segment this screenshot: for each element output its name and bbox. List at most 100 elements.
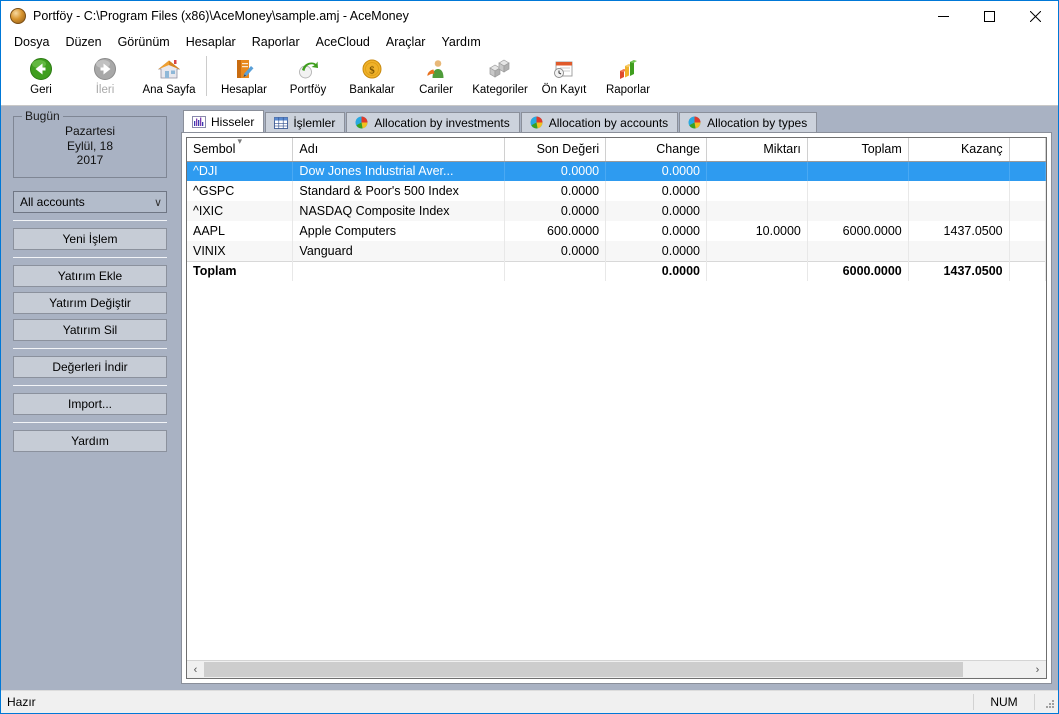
menu-item-gorunum[interactable]: Görünüm xyxy=(110,33,178,51)
cell-extra xyxy=(1009,221,1046,241)
tab-panel-hisseler: ▾ Sembol Adı Son Değeri Change Miktarı T… xyxy=(181,132,1052,684)
tab-islemler[interactable]: İşlemler xyxy=(265,112,346,132)
cell-total xyxy=(807,161,909,181)
toolbar-label-hesaplar: Hesaplar xyxy=(220,84,268,96)
sidebar-button-degerleri-indir[interactable]: Değerleri İndir xyxy=(13,356,167,378)
column-header-miktari[interactable]: Miktarı xyxy=(706,138,808,162)
cell-name: Standard & Poor's 500 Index xyxy=(292,181,506,201)
minimize-button[interactable] xyxy=(920,1,966,31)
toolbar-label-bankalar: Bankalar xyxy=(349,84,395,96)
sidebar-button-yatirim-ekle[interactable]: Yatırım Ekle xyxy=(13,265,167,287)
pie-chart-icon xyxy=(687,116,702,130)
menu-item-dosya[interactable]: Dosya xyxy=(6,33,57,51)
column-header-adi[interactable]: Adı xyxy=(292,138,506,162)
scroll-right-arrow-icon[interactable]: › xyxy=(1029,661,1046,678)
cell-gain xyxy=(908,181,1010,201)
maximize-button[interactable] xyxy=(966,1,1012,31)
cell-change: 0.0000 xyxy=(605,181,708,201)
acemoney-coin-icon xyxy=(10,8,26,24)
toolbar-button-hesaplar[interactable]: Hesaplar xyxy=(212,53,276,103)
close-button[interactable] xyxy=(1012,1,1058,31)
toolbar-button-geri[interactable]: Geri xyxy=(9,53,73,103)
sidebar-separator xyxy=(13,385,167,388)
table-row[interactable]: AAPL Apple Computers 600.0000 0.0000 10.… xyxy=(187,221,1046,241)
sidebar-button-yatirim-sil[interactable]: Yatırım Sil xyxy=(13,319,167,341)
account-filter-dropdown[interactable]: All accounts ∨ xyxy=(13,191,167,213)
cell-last-value: 0.0000 xyxy=(504,241,607,261)
menu-item-raporlar[interactable]: Raporlar xyxy=(244,33,308,51)
toolbar-button-portfoy[interactable]: Portföy xyxy=(276,53,340,103)
menu-item-yardim[interactable]: Yardım xyxy=(433,33,488,51)
toolbar-label-ana-sayfa: Ana Sayfa xyxy=(142,84,196,96)
table-row[interactable]: ^GSPC Standard & Poor's 500 Index 0.0000… xyxy=(187,181,1046,201)
tab-label-hisseler: Hisseler xyxy=(211,114,255,129)
bar-chart-icon xyxy=(613,56,643,82)
menu-item-araclar[interactable]: Araçlar xyxy=(378,33,434,51)
tab-allocation-by-investments[interactable]: Allocation by investments xyxy=(346,112,520,132)
sidebar-button-import[interactable]: Import... xyxy=(13,393,167,415)
table-row[interactable]: VINIX Vanguard 0.0000 0.0000 xyxy=(187,241,1046,261)
securities-grid: ▾ Sembol Adı Son Değeri Change Miktarı T… xyxy=(186,137,1047,679)
table-row[interactable]: ^DJI Dow Jones Industrial Aver... 0.0000… xyxy=(187,161,1046,181)
cell-extra xyxy=(1009,181,1046,201)
cell-last-value: 0.0000 xyxy=(504,201,607,221)
column-header-extra[interactable] xyxy=(1009,138,1046,162)
sidebar-button-yardim[interactable]: Yardım xyxy=(13,430,167,452)
scroll-left-arrow-icon[interactable]: ‹ xyxy=(187,661,204,678)
tab-hisseler[interactable]: Hisseler xyxy=(183,110,265,132)
menu-item-acecloud[interactable]: AceCloud xyxy=(308,33,378,51)
sidebar-separator xyxy=(13,348,167,351)
home-house-icon xyxy=(154,56,184,82)
cell-last-value: 600.0000 xyxy=(504,221,607,241)
sidebar-button-yatirim-degistir[interactable]: Yatırım Değiştir xyxy=(13,292,167,314)
cell-extra xyxy=(1009,201,1046,221)
table-row[interactable]: ^IXIC NASDAQ Composite Index 0.0000 0.00… xyxy=(187,201,1046,221)
column-header-change[interactable]: Change xyxy=(605,138,708,162)
toolbar-button-on-kayit[interactable]: Ön Kayıt xyxy=(532,53,596,103)
toolbar-button-cariler[interactable]: Cariler xyxy=(404,53,468,103)
cell-total-total: 6000.0000 xyxy=(807,260,909,281)
cell-quantity: 10.0000 xyxy=(706,221,808,241)
toolbar-button-raporlar[interactable]: Raporlar xyxy=(596,53,660,103)
cell-total-last-value xyxy=(504,260,607,281)
today-date-block: Pazartesi Eylül, 18 2017 xyxy=(14,117,166,168)
scrollbar-thumb[interactable] xyxy=(204,662,963,677)
column-header-kazanc[interactable]: Kazanç xyxy=(908,138,1010,162)
pie-chart-icon xyxy=(354,116,369,130)
toolbar-button-ileri[interactable]: İleri xyxy=(73,53,137,103)
cell-total-extra xyxy=(1009,260,1046,281)
sidebar-button-yeni-islem[interactable]: Yeni İşlem xyxy=(13,228,167,250)
resize-grip-icon[interactable] xyxy=(1035,693,1058,711)
cell-quantity xyxy=(706,201,808,221)
svg-text:$: $ xyxy=(369,64,375,76)
column-header-son-degeri[interactable]: Son Değeri xyxy=(504,138,607,162)
back-arrow-icon xyxy=(26,56,56,82)
cell-last-value: 0.0000 xyxy=(504,161,607,181)
toolbar-button-ana-sayfa[interactable]: Ana Sayfa xyxy=(137,53,201,103)
scrollbar-track[interactable] xyxy=(204,661,1029,678)
cell-total-label: Toplam xyxy=(187,260,294,281)
cell-symbol: ^IXIC xyxy=(187,201,294,221)
cell-name: NASDAQ Composite Index xyxy=(292,201,506,221)
cell-symbol: ^GSPC xyxy=(187,181,294,201)
cell-last-value: 0.0000 xyxy=(504,181,607,201)
cell-total xyxy=(807,181,909,201)
cell-total-gain: 1437.0500 xyxy=(908,260,1010,281)
tab-allocation-by-accounts[interactable]: Allocation by accounts xyxy=(520,112,679,132)
cell-total-change: 0.0000 xyxy=(605,260,708,281)
pie-chart-icon xyxy=(529,116,544,130)
toolbar-button-kategoriler[interactable]: Kategoriler xyxy=(468,53,532,103)
menu-item-hesaplar[interactable]: Hesaplar xyxy=(178,33,244,51)
horizontal-scrollbar[interactable]: ‹ › xyxy=(187,660,1046,678)
sidebar-separator xyxy=(13,257,167,260)
column-header-toplam[interactable]: Toplam xyxy=(807,138,909,162)
tab-allocation-by-types[interactable]: Allocation by types xyxy=(679,112,818,132)
menu-item-duzen[interactable]: Düzen xyxy=(57,33,109,51)
sidebar: Bugün Pazartesi Eylül, 18 2017 All accou… xyxy=(1,106,177,690)
cell-change: 0.0000 xyxy=(605,221,708,241)
calendar-clock-icon xyxy=(549,56,579,82)
column-header-sembol[interactable]: ▾ Sembol xyxy=(187,138,294,162)
cubes-icon xyxy=(485,56,515,82)
forward-arrow-icon xyxy=(90,56,120,82)
toolbar-button-bankalar[interactable]: $ Bankalar xyxy=(340,53,404,103)
